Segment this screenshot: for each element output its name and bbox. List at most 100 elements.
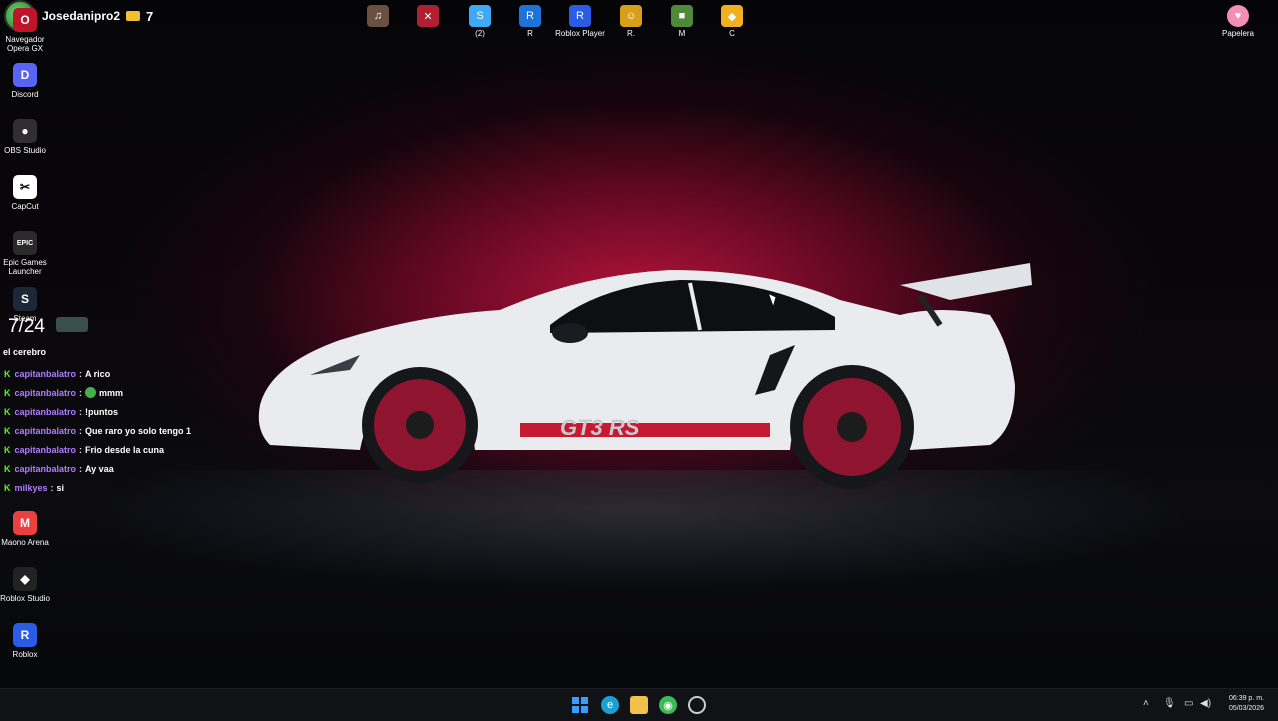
kick-badge-icon: K <box>4 368 11 379</box>
desktop-shortcut-rocket-league[interactable]: RR <box>510 5 550 38</box>
chat-separator: : <box>79 463 83 474</box>
chat-username: capitanbalatro <box>14 444 77 455</box>
game-icon-r: ☺ <box>620 5 642 27</box>
desktop-shortcut-minecraft[interactable]: ■ M <box>662 5 702 38</box>
desktop-icon-obs[interactable]: ● OBS Studio <box>0 119 50 155</box>
capcut-icon: ✂ <box>13 175 37 199</box>
chat-text: Que raro yo solo tengo 1 <box>85 425 192 436</box>
chat-message: Kcapitanbalatro: !puntos <box>4 402 191 421</box>
desktop-shortcut-label: (2) <box>475 29 485 38</box>
chat-username: capitanbalatro <box>14 387 77 398</box>
coin-icon <box>126 11 141 21</box>
chat-title: el cerebro <box>3 347 47 357</box>
start-button[interactable] <box>571 696 589 714</box>
kick-badge-icon: K <box>4 387 11 398</box>
desktop-shortcut-label: Roblox Player <box>555 29 605 38</box>
chevron-up-icon[interactable]: ˄ <box>1143 698 1149 709</box>
chat-separator: : <box>79 425 83 436</box>
desktop-icon-label: Discord <box>11 90 39 99</box>
desktop-icon-opera-gx[interactable]: O Navegador Opera GX <box>0 8 50 53</box>
browser-button[interactable]: ◉ <box>659 696 677 714</box>
roblox-studio-icon: ◆ <box>13 567 37 591</box>
car-badge: GT3 RS <box>560 415 640 440</box>
steam-icon: S <box>13 287 37 311</box>
desktop-icon-epic-games[interactable]: EPIC Epic Games Launcher <box>0 231 50 276</box>
recycle-bin-label: Papelera <box>1221 29 1255 38</box>
desktop-icon-roblox[interactable]: R Roblox <box>0 623 50 659</box>
desktop-shortcut-roblox-player[interactable]: R Roblox Player <box>555 5 605 38</box>
kick-badge-icon: K <box>4 482 11 493</box>
chat-overlay: Kcapitanbalatro: A rico Kcapitanbalatro: mm… <box>4 364 191 497</box>
chat-text: mmm <box>99 387 124 398</box>
roblox-icon: R <box>13 623 37 647</box>
taskbar-clock[interactable]: 06:39 p. m. 05/03/2026 <box>1229 694 1264 714</box>
edge-button[interactable]: e <box>601 696 619 714</box>
volume-icon[interactable]: ◀) <box>1200 698 1211 709</box>
taskbar: e ◉ ˄ 🎙 ▭ ◀) 06:39 p. m. 05/03/2026 <box>0 688 1278 721</box>
profile-username: Josedanipro2 <box>42 9 121 23</box>
edge-icon: e <box>606 699 614 711</box>
chat-text: Frio desde la cuna <box>85 444 165 455</box>
chat-username: capitanbalatro <box>14 425 77 436</box>
coin-count: 7 <box>146 8 154 24</box>
roblox-player-icon: R <box>569 5 591 27</box>
app-icon-1: ♫ <box>367 5 389 27</box>
clock-time: 06:39 p. m. <box>1228 695 1264 702</box>
desktop-icon-label: Maono Arena <box>1 538 49 547</box>
chat-separator: : <box>79 368 83 379</box>
kick-badge-icon: K <box>4 463 11 474</box>
file-explorer-button[interactable] <box>630 696 648 714</box>
desktop-icon-label: CapCut <box>11 202 39 211</box>
desktop-shortcut-game-r[interactable]: ☺ R. <box>611 5 651 38</box>
desktop-icon-label: Roblox Studio <box>0 594 50 603</box>
kick-badge-icon: K <box>4 444 11 455</box>
desktop-icon-label: Epic Games Launcher <box>3 258 47 276</box>
desktop-icon-roblox-studio[interactable]: ◆ Roblox Studio <box>0 567 50 603</box>
rocket-league-icon: R <box>519 5 541 27</box>
desktop-icon-capcut[interactable]: ✂ CapCut <box>0 175 50 211</box>
desktop-shortcut-label: M <box>678 29 686 38</box>
chat-message: Kcapitanbalatro: Que raro yo solo tengo 1 <box>4 421 191 440</box>
desktop-icon-maono[interactable]: M Maono Arena <box>0 511 50 547</box>
game-icon-c: ◆ <box>721 5 743 27</box>
wallpaper-floor <box>0 470 1278 650</box>
chat-text: si <box>56 482 65 493</box>
desktop-shortcut-label: R <box>527 29 533 38</box>
kick-badge-icon: K <box>4 406 11 417</box>
epic-games-icon: EPIC <box>13 231 37 255</box>
recycle-bin[interactable]: ♥ Papelera <box>1218 5 1258 38</box>
microphone-icon[interactable]: 🎙 <box>1163 698 1176 709</box>
chat-message: Kcapitanbalatro: mmm <box>4 383 191 402</box>
chat-message: Kcapitanbalatro: Ay vaa <box>4 459 191 478</box>
desktop-shortcut-minecraft-launcher[interactable]: S (2) <box>460 5 500 38</box>
chat-username: capitanbalatro <box>14 406 77 417</box>
chat-message: Kcapitanbalatro: A rico <box>4 364 191 383</box>
kick-badge-icon: K <box>4 425 11 436</box>
recycle-bin-icon: ♥ <box>1227 5 1249 27</box>
obs-icon: ● <box>13 119 37 143</box>
chat-separator: : <box>79 444 83 455</box>
maono-icon: M <box>13 511 37 535</box>
discord-icon: D <box>13 63 37 87</box>
chat-message: Kcapitanbalatro: Frio desde la cuna <box>4 440 191 459</box>
overlay-counter: 7/24 <box>8 316 45 337</box>
chat-separator: : <box>79 387 83 398</box>
desktop-icon-discord[interactable]: D Discord <box>0 63 50 99</box>
porsche-car-illustration: GT3 RS <box>258 263 1032 489</box>
desktop-icon-label: OBS Studio <box>4 146 46 155</box>
desktop-icon-label: Navegador Opera GX <box>5 35 45 53</box>
network-icon[interactable]: ▭ <box>1184 698 1193 709</box>
minecraft-launcher-icon: S <box>469 5 491 27</box>
chat-text: A rico <box>85 368 111 379</box>
chat-username: capitanbalatro <box>14 463 77 474</box>
obs-taskbar-button[interactable] <box>688 696 706 714</box>
desktop-shortcut-game-c[interactable]: ◆ C <box>712 5 752 38</box>
desktop-shortcut-label: R. <box>627 29 635 38</box>
desktop-shortcut-app-1[interactable]: ♫ <box>358 5 398 29</box>
chat-separator: : <box>79 406 83 417</box>
windows-icon <box>572 697 588 713</box>
chat-separator: : <box>50 482 54 493</box>
desktop-shortcut-app-2[interactable]: ✕ <box>408 5 448 29</box>
minecraft-icon: ■ <box>671 5 693 27</box>
chat-text: Ay vaa <box>85 463 114 474</box>
